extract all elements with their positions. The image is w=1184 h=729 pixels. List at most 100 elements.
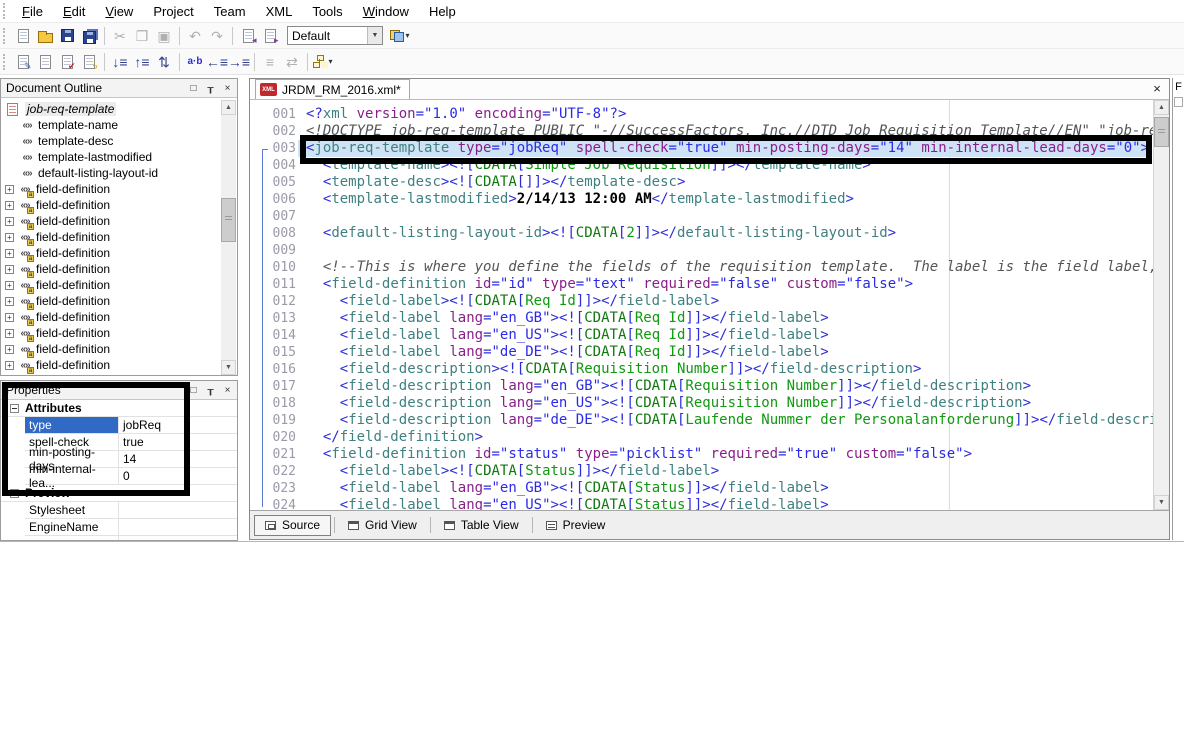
property-value[interactable]: true bbox=[119, 434, 237, 450]
view-tab-grid-view[interactable]: Grid View bbox=[338, 515, 427, 536]
scroll-up-icon[interactable]: ▲ bbox=[1154, 100, 1169, 115]
outline-item-field-definition[interactable]: + «»afield-definition bbox=[5, 309, 110, 326]
code-text[interactable]: <job-req-template type="jobReq" spell-ch… bbox=[296, 140, 1149, 156]
property-value[interactable] bbox=[119, 519, 237, 535]
collapse-icon[interactable] bbox=[10, 403, 19, 413]
outline-item-field-definition[interactable]: + «»afield-definition bbox=[5, 229, 110, 246]
property-row-enginename[interactable]: EngineName bbox=[25, 519, 237, 536]
code-text[interactable]: <field-description lang="de_DE"><![CDATA… bbox=[296, 412, 1153, 428]
clear-format-icon[interactable]: ⇄ bbox=[281, 52, 303, 72]
section-header-preview[interactable]: Preview bbox=[1, 485, 237, 501]
expander-plus-icon[interactable]: + bbox=[5, 248, 14, 258]
code-line-005[interactable]: 005 <template-desc><![CDATA[]]></templat… bbox=[250, 174, 1153, 191]
code-line-002[interactable]: 002 <!DOCTYPE job-req-template PUBLIC "-/… bbox=[250, 123, 1153, 140]
property-name[interactable]: type bbox=[25, 417, 119, 433]
code-line-016[interactable]: 016 <field-description><![CDATA[Requisit… bbox=[250, 361, 1153, 378]
menu-edit[interactable]: Edit bbox=[53, 1, 95, 22]
outline-item-field-definition[interactable]: + «»afield-definition bbox=[5, 357, 110, 374]
code-line-019[interactable]: 019 <field-description lang="de_DE"><![C… bbox=[250, 412, 1153, 429]
outline-item-root[interactable]: job-req-template bbox=[7, 101, 117, 117]
code-text[interactable]: <field-label lang="en_GB"><![CDATA[Statu… bbox=[296, 480, 829, 496]
code-line-014[interactable]: 014 <field-label lang="en_US"><![CDATA[R… bbox=[250, 327, 1153, 344]
outline-item-field-definition[interactable]: + «»afield-definition bbox=[5, 213, 110, 230]
outline-item-field-definition[interactable]: + «»afield-definition bbox=[5, 277, 110, 294]
expander-plus-icon[interactable]: + bbox=[5, 360, 14, 370]
redo-icon[interactable]: ↷ bbox=[206, 26, 228, 46]
style-combo[interactable]: Default ▼ bbox=[287, 26, 383, 45]
save-icon[interactable] bbox=[56, 26, 78, 46]
code-line-009[interactable]: 009 bbox=[250, 242, 1153, 259]
outline-item-field-definition[interactable]: + «»afield-definition bbox=[5, 245, 110, 262]
team-synchronize-icon[interactable]: ▾ bbox=[389, 26, 411, 46]
outline-scrollbar[interactable]: ▲ ▼ bbox=[221, 100, 236, 375]
pin-icon[interactable]: ┰ bbox=[203, 81, 218, 96]
outline-item-template-desc[interactable]: «» template-desc bbox=[19, 133, 113, 149]
code-text[interactable]: <field-description lang="en_GB"><![CDATA… bbox=[296, 378, 1031, 394]
collapse-icon[interactable] bbox=[10, 488, 19, 498]
property-value[interactable]: 0 bbox=[119, 468, 237, 484]
code-line-018[interactable]: 018 <field-description lang="en_US"><![C… bbox=[250, 395, 1153, 412]
code-line-017[interactable]: 017 <field-description lang="en_GB"><![C… bbox=[250, 378, 1153, 395]
property-row-stylesheet[interactable]: Stylesheet bbox=[25, 502, 237, 519]
source-code-area[interactable]: 001 <?xml version="1.0" encoding="UTF-8"?… bbox=[250, 100, 1169, 510]
scroll-down-icon[interactable]: ▼ bbox=[1154, 495, 1169, 510]
undo-icon[interactable]: ↶ bbox=[184, 26, 206, 46]
dropdown-arrow-icon[interactable]: ▾ bbox=[405, 31, 409, 40]
menu-team[interactable]: Team bbox=[204, 1, 256, 22]
property-name[interactable]: min-internal-lea... bbox=[25, 462, 119, 490]
code-text[interactable]: <template-lastmodified>2/14/13 12:00 AM<… bbox=[296, 191, 854, 207]
scroll-down-icon[interactable]: ▼ bbox=[221, 360, 236, 375]
code-text[interactable]: <field-label><![CDATA[Status]]></field-l… bbox=[296, 463, 719, 479]
expander-plus-icon[interactable]: + bbox=[5, 200, 14, 210]
outline-item-field-definition[interactable]: + «»afield-definition bbox=[5, 341, 110, 358]
code-line-001[interactable]: 001 <?xml version="1.0" encoding="UTF-8"?… bbox=[250, 106, 1153, 123]
maximize-icon[interactable]: □ bbox=[186, 81, 201, 96]
scrollbar-thumb[interactable] bbox=[1154, 117, 1169, 147]
property-row-min-internal-lea[interactable]: min-internal-lea... 0 bbox=[25, 462, 237, 490]
code-text[interactable]: <default-listing-layout-id><![CDATA[2]]>… bbox=[296, 225, 896, 241]
code-text[interactable]: <field-label lang="en_US"><![CDATA[Req I… bbox=[296, 327, 829, 343]
view-tab-preview[interactable]: Preview bbox=[536, 515, 616, 536]
code-line-015[interactable]: 015 <field-label lang="de_DE"><![CDATA[R… bbox=[250, 344, 1153, 361]
outline-item-template-name[interactable]: «» template-name bbox=[19, 117, 118, 133]
section-header-attributes[interactable]: Attributes bbox=[1, 400, 237, 416]
outline-item-field-definition[interactable]: + «»afield-definition bbox=[5, 261, 110, 278]
expander-plus-icon[interactable]: + bbox=[5, 232, 14, 242]
maximize-icon[interactable]: □ bbox=[186, 383, 201, 398]
code-text[interactable]: <field-description lang="en_US"><![CDATA… bbox=[296, 395, 1031, 411]
toolbar-grip[interactable] bbox=[3, 3, 9, 19]
sort-descending-icon[interactable]: ↓≡ bbox=[109, 52, 131, 72]
pin-icon[interactable]: ┰ bbox=[203, 383, 218, 398]
outline-item-field-definition[interactable]: + «»afield-definition bbox=[5, 325, 110, 342]
outline-item-field-definition[interactable]: + «»afield-definition bbox=[5, 181, 110, 198]
menu-xml[interactable]: XML bbox=[256, 1, 303, 22]
code-line-021[interactable]: 021 <field-definition id="status" type="… bbox=[250, 446, 1153, 463]
property-name[interactable]: EngineName bbox=[25, 519, 119, 535]
property-row-type[interactable]: type jobReq bbox=[25, 417, 237, 434]
outline-item-field-definition[interactable]: + «»afield-definition bbox=[5, 293, 110, 310]
shift-right-icon[interactable]: →≡ bbox=[228, 52, 250, 72]
expander-plus-icon[interactable]: + bbox=[5, 264, 14, 274]
previous-editor-icon[interactable]: ◂ bbox=[237, 26, 259, 46]
expander-plus-icon[interactable]: + bbox=[5, 184, 14, 194]
check-document-icon[interactable]: ✔ bbox=[56, 52, 78, 72]
code-line-008[interactable]: 008 <default-listing-layout-id><![CDATA[… bbox=[250, 225, 1153, 242]
property-name[interactable]: Stylesheet bbox=[25, 502, 119, 518]
code-text[interactable]: <field-label lang="en_GB"><![CDATA[Req I… bbox=[296, 310, 829, 326]
view-tab-source[interactable]: Source bbox=[254, 514, 332, 536]
menu-help[interactable]: Help bbox=[419, 1, 466, 22]
code-text[interactable] bbox=[296, 242, 306, 258]
outline-item-default-listing-layout-id[interactable]: «» default-listing-layout-id bbox=[19, 165, 158, 181]
code-line-004[interactable]: 004 <template-name><![CDATA[Simple Job R… bbox=[250, 157, 1153, 174]
expander-plus-icon[interactable]: + bbox=[5, 312, 14, 322]
outline-item-field-definition[interactable]: + «»afield-definition bbox=[5, 197, 110, 214]
code-text[interactable]: <field-definition id="id" type="text" re… bbox=[296, 276, 913, 292]
toolbar-grip[interactable] bbox=[3, 53, 9, 70]
copy-icon[interactable]: ❐ bbox=[131, 26, 153, 46]
code-line-024[interactable]: 024 <field-label lang="en_US"><![CDATA[S… bbox=[250, 497, 1153, 510]
code-text[interactable]: <field-label><![CDATA[Req Id]]></field-l… bbox=[296, 293, 719, 309]
run-validation-icon[interactable]: ϟ bbox=[78, 52, 100, 72]
close-icon[interactable]: × bbox=[1149, 81, 1165, 96]
code-text[interactable]: <!--This is where you define the fields … bbox=[296, 259, 1153, 275]
code-line-023[interactable]: 023 <field-label lang="en_GB"><![CDATA[S… bbox=[250, 480, 1153, 497]
